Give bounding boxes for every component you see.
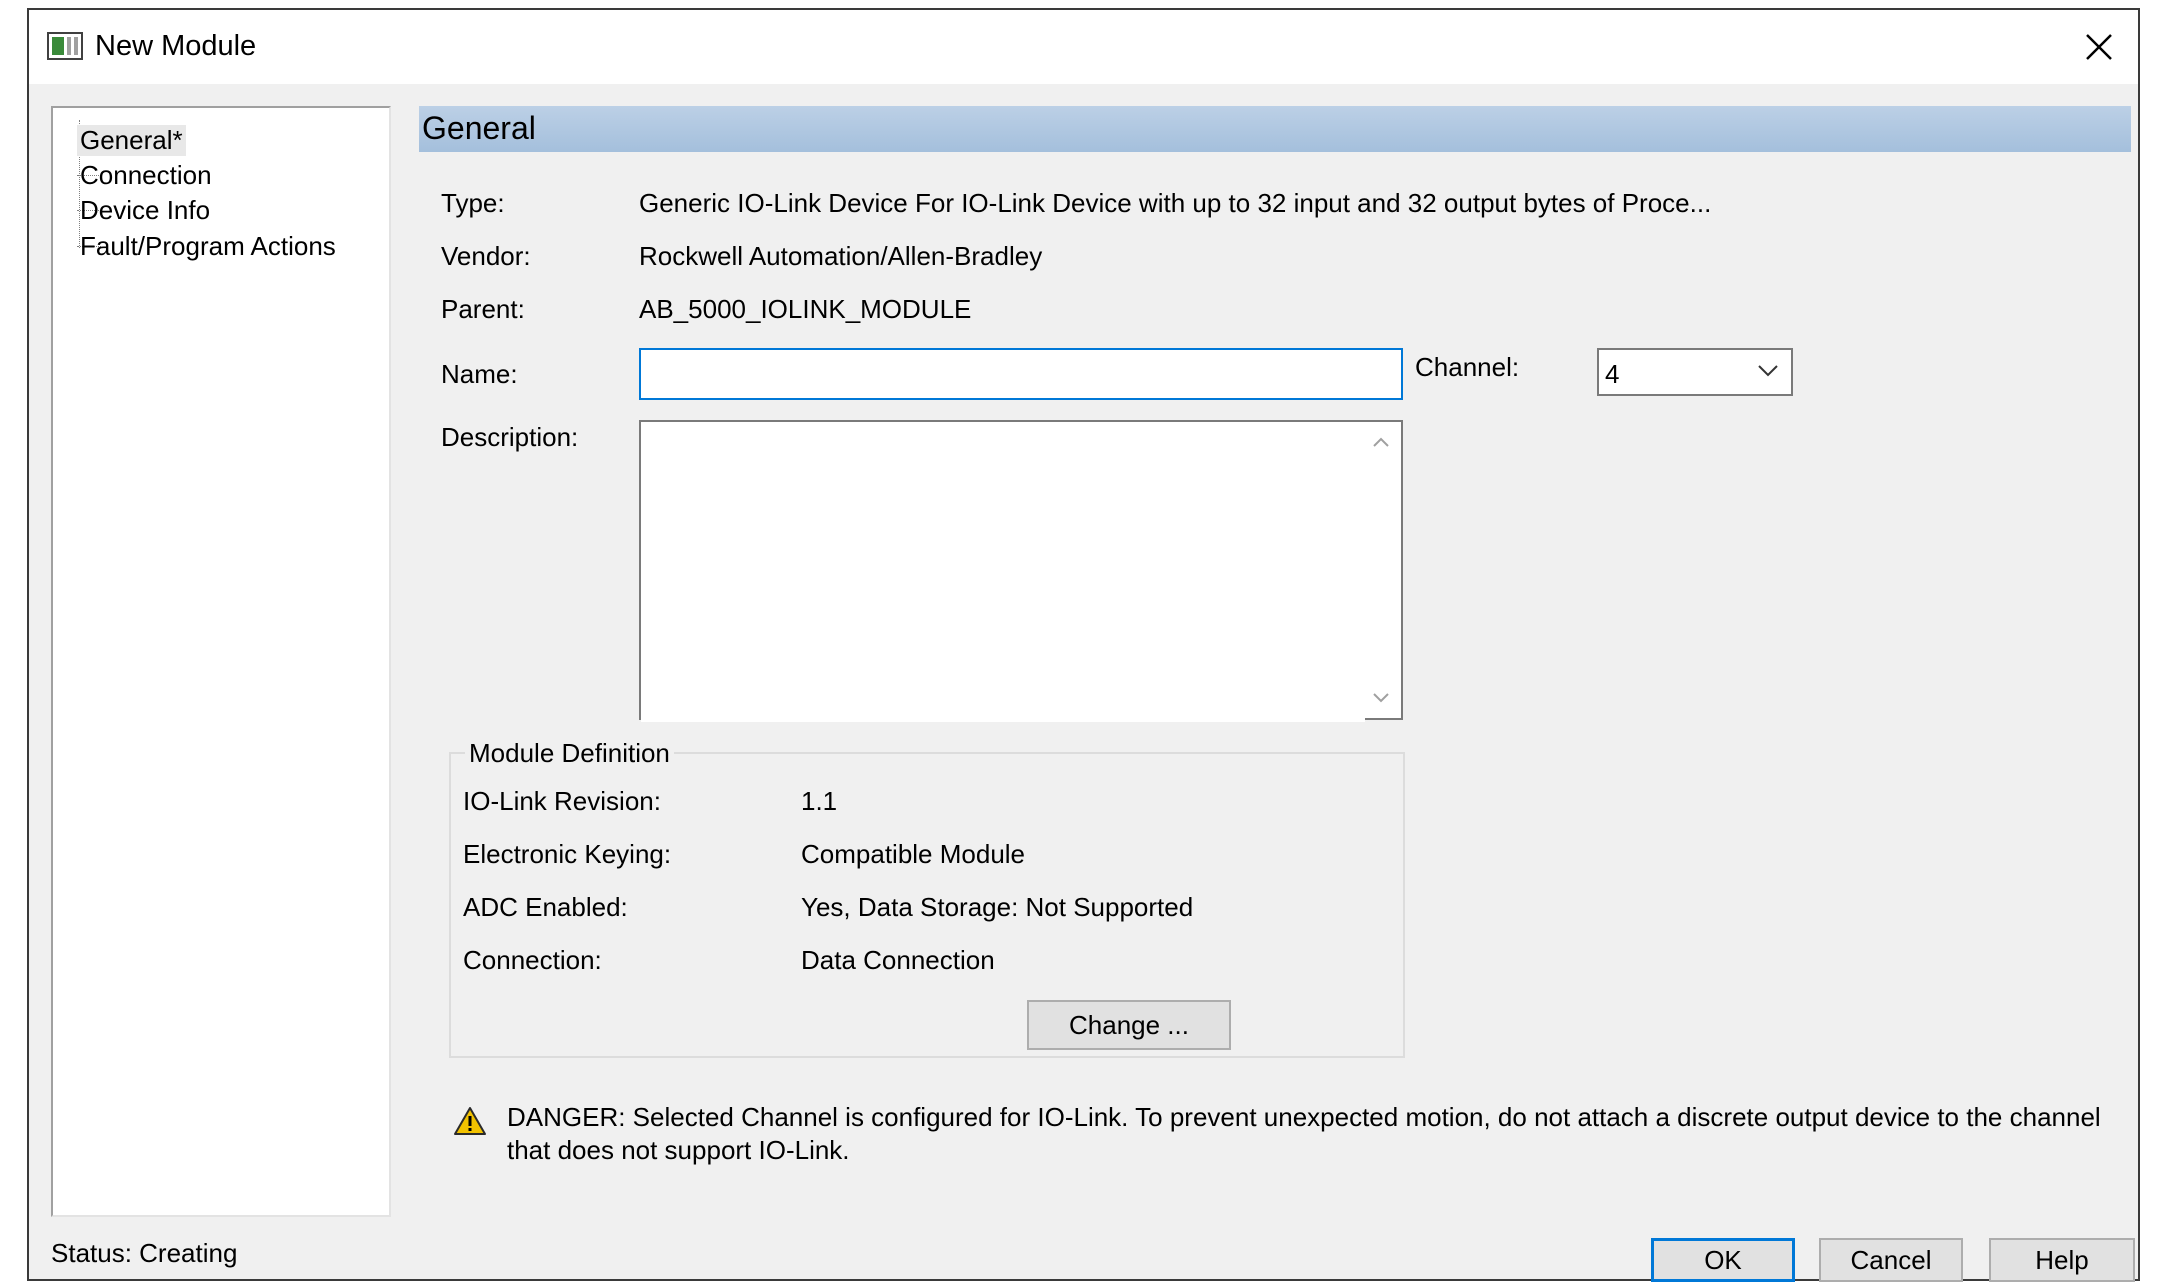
- tree-item-fault-program-actions[interactable]: Fault/Program Actions: [77, 230, 336, 262]
- electronic-keying-value: Compatible Module: [801, 839, 1026, 869]
- tree-item-device-info[interactable]: Device Info: [77, 194, 210, 226]
- window-title: New Module: [95, 30, 257, 62]
- channel-dropdown[interactable]: 4: [1597, 348, 1793, 396]
- danger-warning-text: DANGER: Selected Channel is configured f…: [507, 1102, 2101, 1165]
- connection-value: Data Connection: [801, 945, 995, 975]
- change-button[interactable]: Change ...: [1027, 1000, 1231, 1050]
- cancel-button[interactable]: Cancel: [1819, 1238, 1963, 1282]
- close-icon: [2086, 34, 2112, 60]
- description-label: Description:: [441, 422, 579, 452]
- channel-label: Channel:: [1415, 352, 1520, 382]
- name-label: Name:: [441, 359, 518, 389]
- help-button[interactable]: Help: [1989, 1238, 2135, 1282]
- module-definition-title: Module Definition: [465, 738, 674, 769]
- scroll-up-icon[interactable]: [1372, 436, 1390, 448]
- vendor-value: Rockwell Automation/Allen-Bradley: [639, 241, 1043, 271]
- tree-item-label: General*: [77, 124, 186, 156]
- tree-item-connection[interactable]: Connection: [77, 159, 212, 191]
- new-module-dialog: New Module General* Connection Device In…: [27, 8, 2140, 1282]
- parent-value: AB_5000_IOLINK_MODULE: [639, 294, 972, 324]
- connection-label: Connection:: [463, 945, 602, 975]
- description-field[interactable]: [639, 420, 1403, 722]
- description-scrollbar[interactable]: [1361, 422, 1401, 718]
- parent-label: Parent:: [441, 294, 525, 324]
- vendor-label: Vendor:: [441, 241, 531, 271]
- section-header: General: [419, 106, 2131, 152]
- channel-value: 4: [1605, 359, 1620, 389]
- title-bar[interactable]: New Module: [29, 10, 2138, 84]
- electronic-keying-label: Electronic Keying:: [463, 839, 672, 869]
- tree-item-label: Device Info: [80, 194, 211, 225]
- module-window-icon: [47, 32, 83, 60]
- category-tree[interactable]: General* Connection Device Info Fault/Pr…: [51, 106, 391, 1217]
- scroll-down-icon[interactable]: [1372, 692, 1390, 704]
- type-label: Type:: [441, 188, 505, 218]
- tree-item-general[interactable]: General*: [77, 124, 186, 156]
- io-link-revision-value: 1.1: [801, 786, 838, 816]
- adc-enabled-value: Yes, Data Storage: Not Supported: [801, 892, 1194, 922]
- status-text: Status: Creating: [51, 1238, 238, 1268]
- section-title: General: [422, 110, 536, 146]
- ok-button[interactable]: OK: [1651, 1238, 1795, 1282]
- type-value: Generic IO-Link Device For IO-Link Devic…: [639, 188, 1712, 218]
- tree-item-label: Fault/Program Actions: [80, 230, 336, 261]
- description-textarea[interactable]: [641, 422, 1365, 722]
- adc-enabled-label: ADC Enabled:: [463, 892, 628, 922]
- tree-item-label: Connection: [80, 159, 212, 190]
- io-link-revision-label: IO-Link Revision:: [463, 786, 661, 816]
- name-input[interactable]: [639, 348, 1403, 400]
- warning-icon: [454, 1107, 486, 1135]
- close-button[interactable]: [2058, 10, 2138, 84]
- chevron-down-icon: [1758, 365, 1778, 377]
